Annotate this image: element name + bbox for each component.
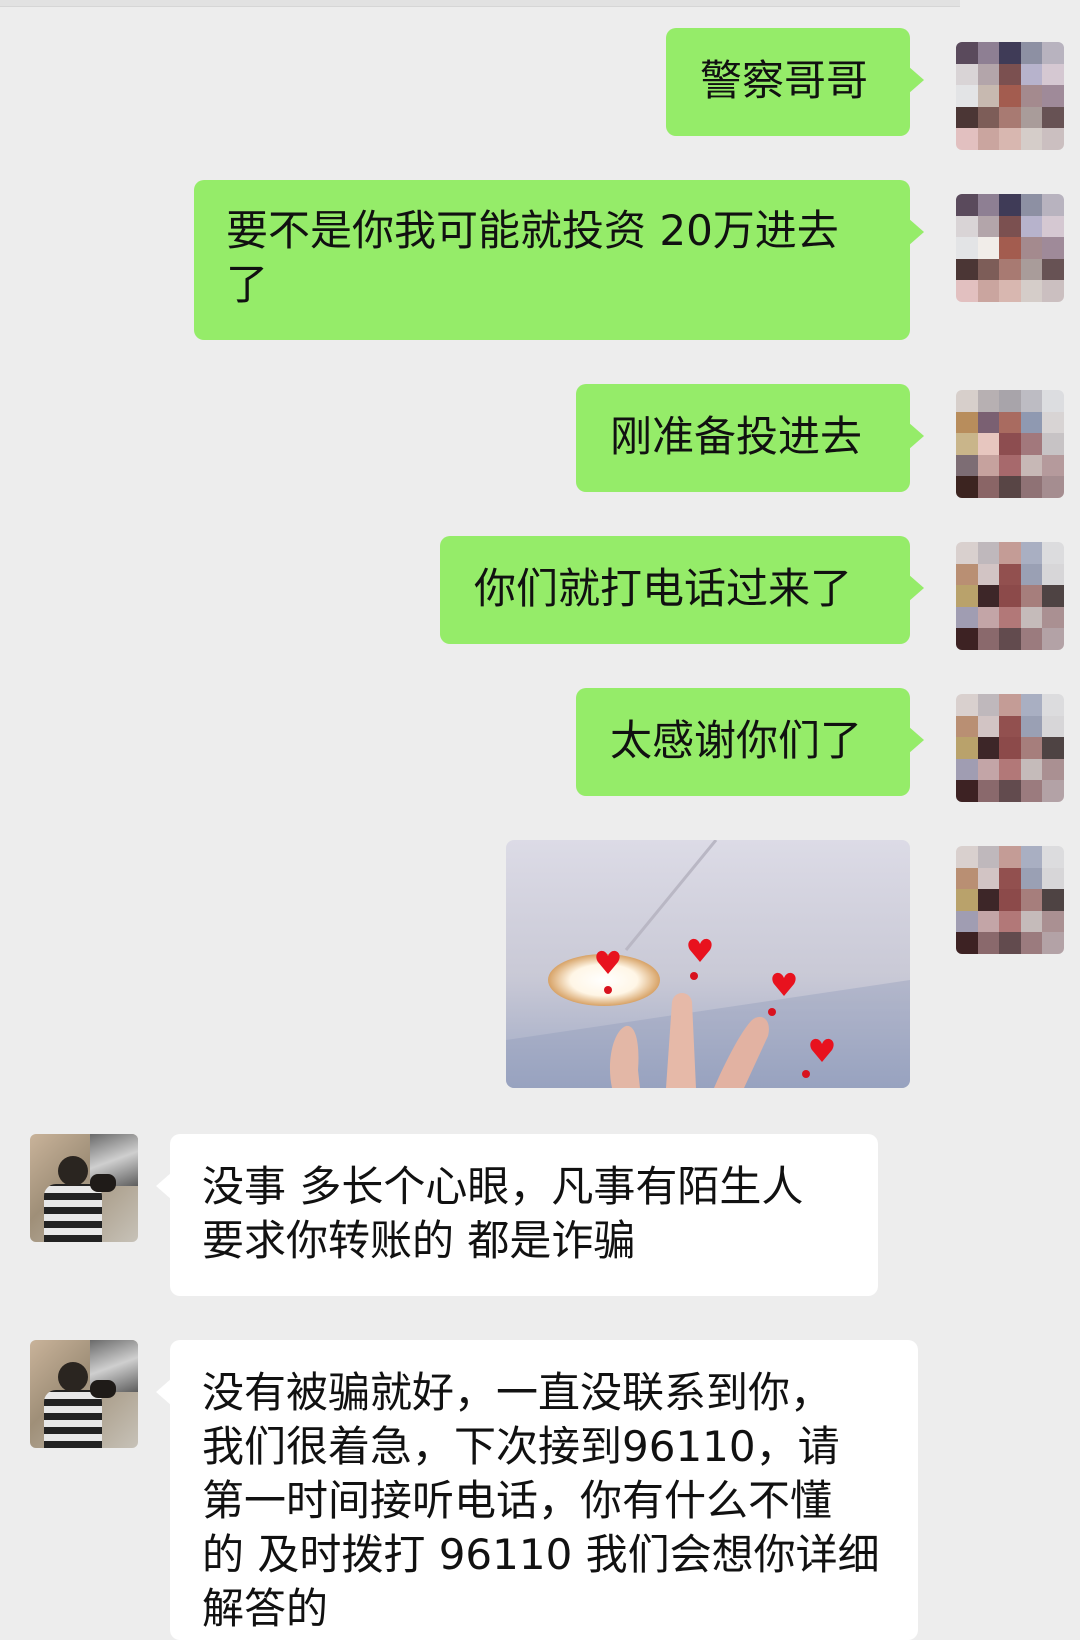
my-avatar[interactable] xyxy=(956,542,1064,650)
contact-avatar[interactable] xyxy=(30,1340,138,1448)
pixelated-avatar-image xyxy=(956,694,1064,802)
my-avatar[interactable] xyxy=(956,42,1064,150)
message-text: 没事 多长个心眼，凡事有陌生人 要求你转账的 都是诈骗 xyxy=(202,1162,804,1265)
avatar-head xyxy=(58,1362,88,1392)
avatar-head xyxy=(58,1156,88,1186)
pixelated-avatar-image xyxy=(956,390,1064,498)
message-bubble-m3[interactable]: 刚准备投进去 xyxy=(576,384,924,492)
photo-image xyxy=(506,840,910,1088)
pixelated-avatar-image xyxy=(956,542,1064,650)
message-text: 要不是你我可能就投资 20万进去 了 xyxy=(226,206,839,309)
message-text: 刚准备投进去 xyxy=(610,412,863,461)
message-text: 警察哥哥 xyxy=(700,56,869,105)
pixelated-avatar-image xyxy=(956,194,1064,302)
pixelated-avatar-image xyxy=(956,846,1064,954)
avatar-person xyxy=(44,1390,102,1448)
message-text: 你们就打电话过来了 xyxy=(474,564,853,613)
chat-message-list[interactable]: 警察哥哥 要不是你我可能就投资 20万进去 了 刚准备投进去 你们就打电话过来了… xyxy=(0,0,1080,1640)
message-text: 太感谢你们了 xyxy=(610,716,863,765)
my-avatar[interactable] xyxy=(956,694,1064,802)
message-bubble-m7[interactable]: 没事 多长个心眼，凡事有陌生人 要求你转账的 都是诈骗 xyxy=(156,1134,878,1296)
avatar-pet xyxy=(90,1380,116,1398)
my-avatar[interactable] xyxy=(956,194,1064,302)
message-bubble-m8[interactable]: 没有被骗就好，一直没联系到你， 我们很着急，下次接到96110，请 第一时间接听… xyxy=(156,1340,918,1640)
message-bubble-m5[interactable]: 太感谢你们了 xyxy=(576,688,924,796)
avatar-person xyxy=(44,1184,102,1242)
message-bubble-m2[interactable]: 要不是你我可能就投资 20万进去 了 xyxy=(194,180,924,340)
pixelated-avatar-image xyxy=(956,42,1064,150)
message-bubble-m1[interactable]: 警察哥哥 xyxy=(666,28,924,136)
message-text: 没有被骗就好，一直没联系到你， 我们很着急，下次接到96110，请 第一时间接听… xyxy=(202,1368,880,1633)
message-bubble-m4[interactable]: 你们就打电话过来了 xyxy=(440,536,924,644)
my-avatar[interactable] xyxy=(956,390,1064,498)
avatar-pet xyxy=(90,1174,116,1192)
photo-message-m6[interactable] xyxy=(506,840,910,1088)
contact-avatar[interactable] xyxy=(30,1134,138,1242)
my-avatar[interactable] xyxy=(956,846,1064,954)
